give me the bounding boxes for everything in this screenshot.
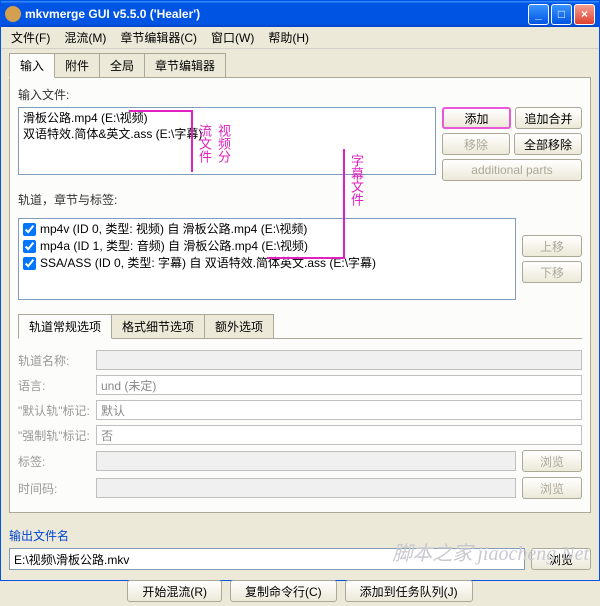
start-muxing-button[interactable]: 开始混流(R): [127, 580, 222, 602]
track-label: SSA/ASS (ID 0, 类型: 字幕) 自 双语特效.简体英文.ass (…: [40, 255, 376, 272]
tags-label: 标签:: [18, 453, 90, 470]
tab-track-general[interactable]: 轨道常规选项: [18, 314, 112, 339]
track-name-label: 轨道名称:: [18, 352, 90, 369]
app-window: mkvmerge GUI v5.5.0 ('Healer') _ □ × 文件(…: [0, 0, 600, 581]
track-order-buttons: 上移 下移: [522, 218, 582, 300]
track-name-input[interactable]: [96, 350, 582, 370]
track-item[interactable]: SSA/ASS (ID 0, 类型: 字幕) 自 双语特效.简体英文.ass (…: [21, 255, 513, 272]
menu-help[interactable]: 帮助(H): [262, 27, 315, 48]
main-tabs: 输入 附件 全局 章节编辑器: [9, 53, 591, 78]
input-panel: 输入文件: 滑板公路.mp4 (E:\视频) 双语特效.简体&英文.ass (E…: [9, 78, 591, 513]
menubar: 文件(F) 混流(M) 章节编辑器(C) 窗口(W) 帮助(H): [1, 27, 599, 49]
content-area: 输入 附件 全局 章节编辑器 输入文件: 滑板公路.mp4 (E:\视频) 双语…: [1, 49, 599, 606]
add-button[interactable]: 添加: [442, 107, 511, 129]
tracks-list[interactable]: mp4v (ID 0, 类型: 视频) 自 滑板公路.mp4 (E:\视频) m…: [18, 218, 516, 300]
input-file-item[interactable]: 双语特效.简体&英文.ass (E:\字幕): [23, 126, 431, 142]
action-buttons: 开始混流(R) 复制命令行(C) 添加到任务队列(J): [9, 580, 591, 602]
minimize-button[interactable]: _: [528, 4, 549, 25]
file-buttons: 添加 追加合并 移除 全部移除 additional parts: [442, 107, 582, 181]
titlebar: mkvmerge GUI v5.5.0 ('Healer') _ □ ×: [1, 1, 599, 27]
menu-file[interactable]: 文件(F): [5, 27, 56, 48]
timecodes-input[interactable]: [96, 478, 516, 498]
track-option-tabs: 轨道常规选项 格式细节选项 额外选项: [18, 314, 582, 339]
input-files-list[interactable]: 滑板公路.mp4 (E:\视频) 双语特效.简体&英文.ass (E:\字幕) …: [18, 107, 436, 175]
menu-chapter-editor[interactable]: 章节编辑器(C): [114, 27, 203, 48]
close-button[interactable]: ×: [574, 4, 595, 25]
append-button[interactable]: 追加合并: [515, 107, 582, 129]
track-label: mp4v (ID 0, 类型: 视频) 自 滑板公路.mp4 (E:\视频): [40, 221, 307, 238]
app-icon: [5, 6, 21, 22]
copy-cmdline-button[interactable]: 复制命令行(C): [230, 580, 337, 602]
track-item[interactable]: mp4v (ID 0, 类型: 视频) 自 滑板公路.mp4 (E:\视频): [21, 221, 513, 238]
track-item[interactable]: mp4a (ID 1, 类型: 音频) 自 滑板公路.mp4 (E:\视频): [21, 238, 513, 255]
tags-browse-button[interactable]: 浏览: [522, 450, 582, 472]
language-label: 语言:: [18, 377, 90, 394]
tags-input[interactable]: [96, 451, 516, 471]
input-files-label: 输入文件:: [18, 86, 582, 103]
tab-global[interactable]: 全局: [99, 53, 145, 77]
menu-muxing[interactable]: 混流(M): [58, 27, 112, 48]
default-flag-label: "默认轨"标记:: [18, 402, 90, 419]
tab-input[interactable]: 输入: [9, 53, 55, 78]
move-up-button[interactable]: 上移: [522, 235, 582, 257]
timecodes-label: 时间码:: [18, 480, 90, 497]
remove-all-button[interactable]: 全部移除: [514, 133, 582, 155]
tab-chapter-editor[interactable]: 章节编辑器: [144, 53, 226, 77]
forced-flag-label: "强制轨"标记:: [18, 427, 90, 444]
timecodes-browse-button[interactable]: 浏览: [522, 477, 582, 499]
output-file-input[interactable]: [9, 548, 525, 570]
menu-window[interactable]: 窗口(W): [205, 27, 260, 48]
output-browse-button[interactable]: 浏览: [531, 548, 591, 570]
output-section: 输出文件名 浏览: [9, 521, 591, 570]
forced-flag-select[interactable]: [96, 425, 582, 445]
window-controls: _ □ ×: [528, 4, 595, 25]
language-select[interactable]: [96, 375, 582, 395]
tab-track-extra[interactable]: 额外选项: [204, 314, 274, 338]
track-checkbox[interactable]: [23, 240, 36, 253]
additional-parts-button[interactable]: additional parts: [442, 159, 582, 181]
track-general-panel: 轨道名称: 语言: "默认轨"标记: "强制轨"标记: 标签:: [18, 339, 582, 499]
track-checkbox[interactable]: [23, 257, 36, 270]
track-label: mp4a (ID 1, 类型: 音频) 自 滑板公路.mp4 (E:\视频): [40, 238, 308, 255]
input-file-item[interactable]: 滑板公路.mp4 (E:\视频): [23, 110, 431, 126]
maximize-button[interactable]: □: [551, 4, 572, 25]
window-title: mkvmerge GUI v5.5.0 ('Healer'): [25, 7, 528, 21]
tab-attachments[interactable]: 附件: [54, 53, 100, 77]
tracks-label: 轨道，章节与标签:: [18, 191, 582, 208]
tab-track-format[interactable]: 格式细节选项: [111, 314, 205, 338]
default-flag-select[interactable]: [96, 400, 582, 420]
output-file-label: 输出文件名: [9, 527, 591, 544]
track-checkbox[interactable]: [23, 223, 36, 236]
add-to-queue-button[interactable]: 添加到任务队列(J): [345, 580, 473, 602]
remove-button[interactable]: 移除: [442, 133, 510, 155]
move-down-button[interactable]: 下移: [522, 261, 582, 283]
